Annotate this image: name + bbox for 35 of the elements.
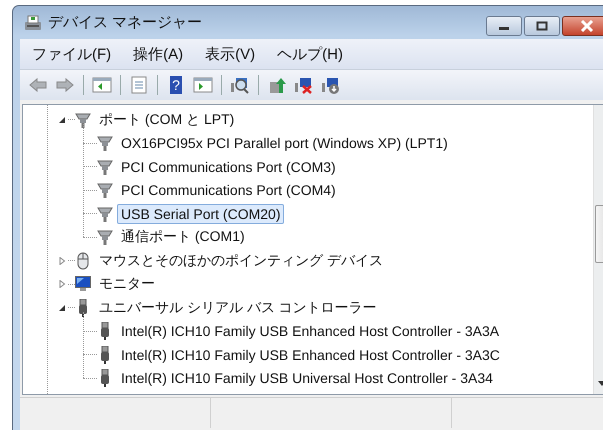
expand-arrow-icon[interactable]: [58, 280, 66, 288]
printer-icon: [24, 14, 42, 30]
category-label[interactable]: ユニバーサル シリアル バス コントローラー: [95, 296, 381, 319]
collapse-arrow-icon[interactable]: [58, 116, 66, 124]
expand-arrow-icon[interactable]: [58, 256, 66, 265]
panel-icon[interactable]: [191, 75, 215, 95]
minimize-button[interactable]: [486, 16, 522, 36]
maximize-button[interactable]: [524, 16, 560, 36]
menu-item[interactable]: 表示(V): [205, 44, 256, 64]
port-connector-icon: [97, 204, 113, 223]
port-connector-icon: [97, 158, 113, 176]
device-label[interactable]: Intel(R) ICH10 Family USB Enhanced Host Controller - 3A3A: [117, 321, 504, 342]
device-label[interactable]: 通信ポート (COM1): [117, 226, 249, 248]
port-connector-icon: [97, 228, 113, 246]
menu-item[interactable]: 操作(A): [133, 44, 184, 64]
device-label[interactable]: Intel(R) ICH10 Family USB Enhanced Host Controller - 3A3C: [117, 344, 504, 365]
collapse-arrow-icon[interactable]: [58, 304, 66, 312]
window-title: デバイス マネージャー: [48, 13, 202, 32]
panel-icon[interactable]: [90, 75, 114, 95]
device-label[interactable]: Intel(R) ICH10 Family USB Universal Host Controller - 3A34: [117, 368, 497, 388]
device-label[interactable]: OX16PCI95x PCI Parallel port (Windows XP) (LPT1): [117, 133, 452, 154]
category-label[interactable]: マウスとそのほかのポインティング デバイス: [95, 250, 387, 272]
mouse-icon: [75, 252, 91, 270]
menu-item[interactable]: ファイル(F): [32, 44, 112, 64]
category-label[interactable]: ポート (COM と LPT): [95, 108, 238, 131]
close-icon: [580, 20, 594, 32]
port-connector-icon: [97, 181, 113, 200]
maximize-icon: [536, 21, 548, 31]
device-label[interactable]: PCI Communications Port (COM4): [117, 180, 340, 200]
port-connector-icon: [97, 134, 113, 152]
menu-item[interactable]: ヘルプ(H): [277, 44, 343, 64]
device-label[interactable]: PCI Communications Port (COM3): [117, 156, 340, 177]
device-label[interactable]: USB Serial Port (COM20): [117, 204, 284, 224]
category-label[interactable]: モニター: [95, 273, 159, 296]
close-button[interactable]: [562, 16, 603, 36]
